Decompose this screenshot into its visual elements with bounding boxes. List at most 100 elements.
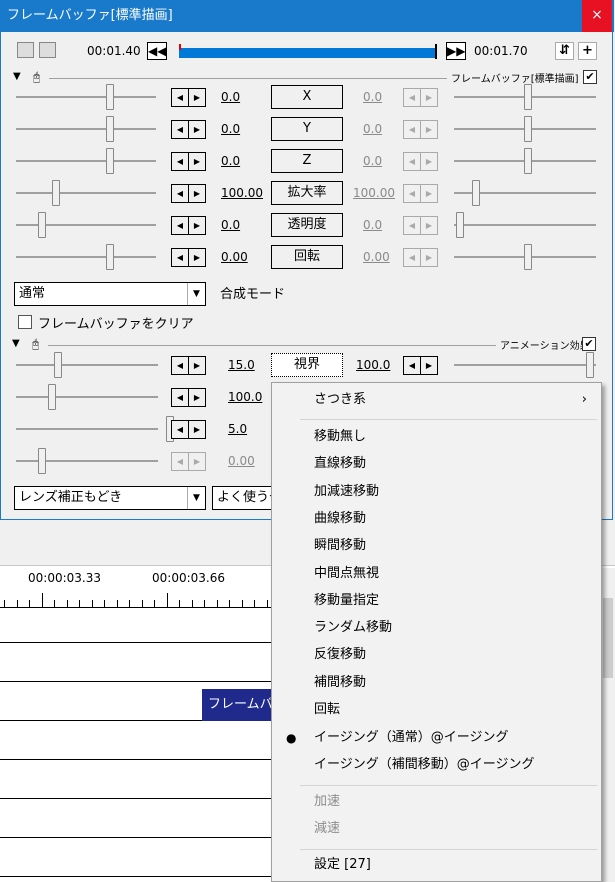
param-value[interactable]: 0.0 [363, 122, 382, 136]
arrow-left-icon[interactable]: ◀ [171, 120, 189, 139]
prev-frame-button[interactable]: ◀◀ [147, 42, 167, 60]
menu-item[interactable]: 加減速移動 [272, 479, 601, 505]
collapse-triangle-icon[interactable]: ▼ [13, 71, 21, 82]
arrow-left-icon[interactable]: ◀ [403, 120, 421, 139]
arrow-left-icon[interactable]: ◀ [171, 452, 189, 471]
param-name-button[interactable]: 視界 [271, 353, 343, 377]
arrow-right-icon[interactable]: ▶ [188, 248, 206, 267]
menu-item[interactable]: 曲線移動 [272, 506, 601, 532]
menu-item[interactable]: 補間移動 [272, 670, 601, 696]
arrow-right-icon[interactable]: ▶ [188, 152, 206, 171]
param-value[interactable]: 0.0 [221, 90, 240, 104]
collapse-triangle-icon[interactable]: ▼ [12, 338, 20, 349]
param-value[interactable]: 5.0 [228, 422, 247, 436]
param-slider[interactable] [454, 242, 596, 272]
param-slider[interactable] [16, 114, 156, 144]
slider-knob[interactable] [586, 352, 594, 378]
step-arrows[interactable]: ◀ ▶ [403, 184, 439, 203]
step-arrows[interactable]: ◀ ▶ [171, 152, 207, 171]
add-filter-button[interactable]: + [578, 42, 597, 60]
slider-knob[interactable] [48, 384, 56, 410]
param-slider[interactable] [16, 82, 156, 112]
arrow-right-icon[interactable]: ▶ [188, 452, 206, 471]
arrow-right-icon[interactable]: ▶ [420, 248, 438, 267]
slider-knob[interactable] [106, 244, 114, 270]
arrow-left-icon[interactable]: ◀ [171, 88, 189, 107]
slider-knob[interactable] [106, 116, 114, 142]
param-value[interactable]: 0.0 [363, 154, 382, 168]
arrow-left-icon[interactable]: ◀ [171, 420, 189, 439]
arrow-left-icon[interactable]: ◀ [403, 248, 421, 267]
slider-knob[interactable] [38, 212, 46, 238]
param-name-button[interactable]: 回転 [271, 245, 343, 269]
section-enable-checkbox[interactable]: ✔ [582, 337, 596, 351]
arrow-left-icon[interactable]: ◀ [171, 356, 189, 375]
param-value[interactable]: 15.0 [228, 358, 255, 372]
step-arrows[interactable]: ◀ ▶ [403, 356, 439, 375]
arrow-left-icon[interactable]: ◀ [171, 216, 189, 235]
menu-item-easing-normal[interactable]: ● イージング（通常）@イージング [272, 725, 601, 751]
param-value[interactable]: 0.0 [363, 90, 382, 104]
slider-knob[interactable] [524, 148, 532, 174]
param-slider[interactable] [454, 114, 596, 144]
frame-trackbar[interactable] [179, 44, 437, 59]
param-slider[interactable] [16, 178, 156, 208]
next-frame-button[interactable]: ▶▶ [446, 42, 466, 60]
arrow-left-icon[interactable]: ◀ [403, 356, 421, 375]
param-slider[interactable] [16, 446, 158, 476]
step-arrows[interactable]: ◀ ▶ [171, 420, 207, 439]
menu-item[interactable]: 瞬間移動 [272, 533, 601, 559]
arrow-right-icon[interactable]: ▶ [420, 152, 438, 171]
step-arrows[interactable]: ◀ ▶ [171, 388, 207, 407]
param-value[interactable]: 0.00 [228, 454, 255, 468]
step-arrows[interactable]: ◀ ▶ [171, 248, 207, 267]
arrow-left-icon[interactable]: ◀ [403, 184, 421, 203]
slider-knob[interactable] [106, 148, 114, 174]
arrow-right-icon[interactable]: ▶ [188, 216, 206, 235]
arrow-right-icon[interactable]: ▶ [420, 356, 438, 375]
arrow-right-icon[interactable]: ▶ [188, 184, 206, 203]
close-button[interactable]: × [582, 0, 612, 32]
menu-item[interactable]: 中間点無視 [272, 561, 601, 587]
animation-script-select[interactable]: よく使うや [212, 486, 272, 510]
param-value[interactable]: 0.0 [221, 218, 240, 232]
arrow-left-icon[interactable]: ◀ [171, 184, 189, 203]
param-value[interactable]: 0.00 [221, 250, 248, 264]
arrow-left-icon[interactable]: ◀ [171, 388, 189, 407]
step-arrows[interactable]: ◀ ▶ [171, 452, 207, 471]
arrow-left-icon[interactable]: ◀ [171, 152, 189, 171]
chevron-down-icon[interactable]: ▼ [187, 487, 205, 509]
chevron-down-icon[interactable]: ▼ [187, 283, 205, 305]
param-value[interactable]: 0.0 [221, 122, 240, 136]
param-value[interactable]: 100.0 [356, 358, 390, 372]
param-slider[interactable] [454, 350, 596, 380]
swap-icon[interactable]: ⇵ [555, 42, 574, 60]
menu-item[interactable]: 回転 [272, 697, 601, 723]
blend-mode-select[interactable]: 通常 ▼ [14, 282, 206, 306]
menu-item-settings[interactable]: 設定 [27] [272, 852, 601, 878]
slider-knob[interactable] [524, 84, 532, 110]
step-arrows[interactable]: ◀ ▶ [403, 152, 439, 171]
param-value[interactable]: 0.00 [363, 250, 390, 264]
arrow-left-icon[interactable]: ◀ [403, 152, 421, 171]
step-arrows[interactable]: ◀ ▶ [403, 248, 439, 267]
animation-type-select[interactable]: レンズ補正もどき ▼ [14, 486, 206, 510]
split-icon[interactable] [17, 42, 34, 58]
arrow-right-icon[interactable]: ▶ [188, 88, 206, 107]
slider-knob[interactable] [524, 244, 532, 270]
arrow-left-icon[interactable]: ◀ [403, 216, 421, 235]
step-arrows[interactable]: ◀ ▶ [171, 184, 207, 203]
param-slider[interactable] [16, 242, 156, 272]
param-value[interactable]: 0.0 [363, 218, 382, 232]
slider-knob[interactable] [38, 448, 46, 474]
param-slider[interactable] [454, 146, 596, 176]
slider-knob[interactable] [54, 352, 62, 378]
step-arrows[interactable]: ◀ ▶ [171, 120, 207, 139]
arrow-right-icon[interactable]: ▶ [420, 88, 438, 107]
arrow-left-icon[interactable]: ◀ [171, 248, 189, 267]
arrow-right-icon[interactable]: ▶ [420, 120, 438, 139]
menu-item[interactable]: 直線移動 [272, 451, 601, 477]
param-slider[interactable] [454, 178, 596, 208]
param-slider[interactable] [16, 210, 156, 240]
param-slider[interactable] [454, 82, 596, 112]
